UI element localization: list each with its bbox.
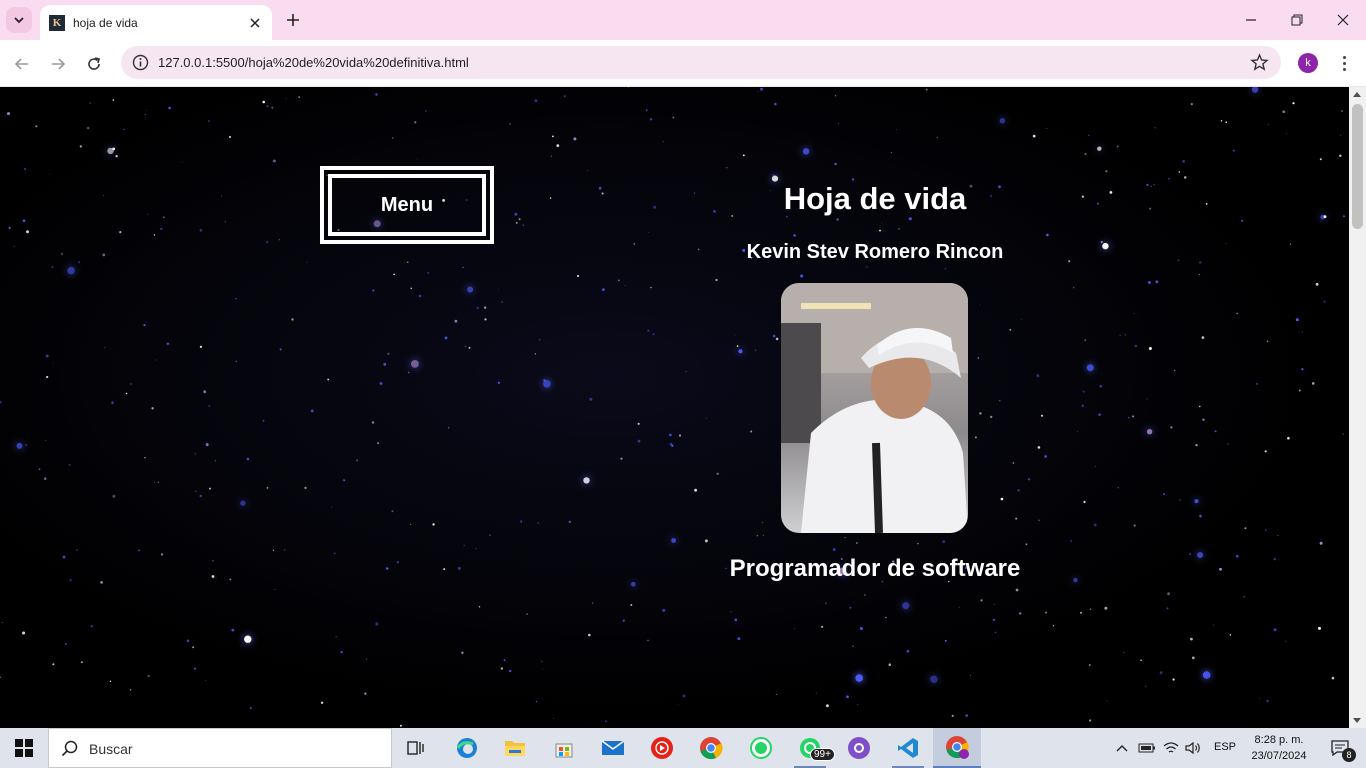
more-vertical-icon[interactable] — [1334, 53, 1354, 73]
close-icon — [1337, 14, 1349, 26]
task-view-icon — [407, 741, 424, 755]
new-tab-button[interactable] — [282, 9, 304, 31]
task-view-button[interactable] — [392, 728, 440, 768]
starfield-background — [0, 87, 1345, 727]
page-title: Hoja de vida — [783, 181, 967, 216]
speaker-icon — [1185, 741, 1200, 755]
clock-time: 8:28 p. m. — [1254, 734, 1304, 746]
chevron-up-icon — [1116, 745, 1128, 752]
edge-app[interactable] — [443, 728, 491, 768]
notifications-count: 8 — [1342, 748, 1356, 762]
store-icon — [555, 743, 573, 758]
youtube-music-app[interactable] — [638, 728, 686, 768]
start-button[interactable] — [0, 728, 48, 768]
mail-icon — [601, 740, 625, 755]
restore-icon — [1291, 14, 1303, 26]
forward-button[interactable] — [44, 50, 72, 78]
page-viewport: Menu Hoja de vida Kevin Stev Romero Rinc… — [0, 87, 1349, 728]
minimize-button[interactable] — [1228, 6, 1274, 34]
show-hidden-icons-button[interactable] — [1112, 728, 1132, 768]
tab-title: hoja de vida — [73, 15, 138, 30]
chrome-icon — [700, 737, 723, 760]
close-icon — [250, 17, 260, 28]
notifications-button[interactable]: 8 — [1320, 728, 1360, 768]
volume-button[interactable] — [1182, 728, 1204, 768]
person-name: Kevin Stev Romero Rincon — [746, 241, 1004, 263]
mail-app[interactable] — [589, 728, 637, 768]
windows-taskbar: Buscar 99+ ESP 8:28 p. m. 23/07/2024 8 — [0, 728, 1366, 768]
github-icon — [848, 737, 870, 759]
page-scrollbar[interactable] — [1349, 87, 1366, 728]
tab-search-button[interactable] — [6, 7, 32, 33]
windows-logo-icon — [15, 739, 33, 757]
taskbar-search-box[interactable]: Buscar — [48, 728, 392, 768]
chevron-down-icon — [14, 17, 24, 24]
arrow-left-icon — [14, 58, 28, 70]
profile-avatar[interactable]: k — [1298, 53, 1318, 73]
browser-toolbar: 127.0.0.1:5500/hoja%20de%20vida%20defini… — [0, 40, 1366, 87]
arrow-right-icon — [52, 58, 66, 70]
scroll-down-icon[interactable] — [1353, 718, 1361, 723]
job-title: Programador de software — [729, 555, 1021, 582]
scrollbar-thumb[interactable] — [1352, 104, 1363, 229]
whatsapp-app[interactable] — [737, 728, 785, 768]
notification-badge: 99+ — [810, 748, 835, 761]
chrome-profile-app[interactable] — [933, 728, 981, 768]
menu-button[interactable]: Menu — [320, 166, 494, 244]
profile-photo — [781, 283, 968, 533]
input-language[interactable]: ESP — [1214, 741, 1236, 753]
tab-close-button[interactable] — [246, 14, 264, 32]
edge-icon — [456, 738, 477, 758]
scroll-up-icon[interactable] — [1353, 92, 1361, 97]
reload-icon — [88, 57, 100, 70]
site-favicon-icon: K — [49, 14, 65, 31]
address-bar[interactable]: 127.0.0.1:5500/hoja%20de%20vida%20defini… — [121, 46, 1281, 79]
menu-label: Menu — [328, 174, 486, 236]
search-placeholder: Buscar — [89, 741, 133, 757]
minimize-icon — [1246, 19, 1256, 21]
window-close-button[interactable] — [1320, 6, 1366, 34]
browser-tab[interactable]: K hoja de vida — [40, 5, 272, 40]
network-button[interactable] — [1160, 728, 1182, 768]
wifi-icon — [1163, 742, 1179, 753]
url-text[interactable]: 127.0.0.1:5500/hoja%20de%20vida%20defini… — [158, 55, 469, 70]
microsoft-store-app[interactable] — [540, 728, 588, 768]
star-icon[interactable] — [1250, 53, 1269, 72]
vscode-app[interactable] — [884, 728, 932, 768]
github-desktop-app[interactable] — [835, 728, 883, 768]
reload-button[interactable] — [80, 50, 108, 78]
clock-date: 23/07/2024 — [1251, 750, 1307, 762]
battery-icon — [1138, 743, 1155, 753]
plus-icon — [287, 14, 299, 26]
whatsapp-business-app[interactable]: 99+ — [786, 728, 835, 768]
chrome-app[interactable] — [687, 728, 735, 768]
restore-button[interactable] — [1274, 6, 1320, 34]
tab-strip: K hoja de vida — [0, 0, 1366, 40]
back-button[interactable] — [8, 50, 36, 78]
taskbar-clock[interactable]: 8:28 p. m. 23/07/2024 — [1244, 732, 1314, 764]
whatsapp-icon — [750, 737, 772, 759]
vscode-icon — [898, 738, 918, 758]
info-icon[interactable] — [131, 53, 150, 72]
folder-icon — [505, 741, 525, 756]
battery-button[interactable] — [1136, 728, 1158, 768]
search-icon — [61, 740, 78, 757]
file-explorer-app[interactable] — [491, 728, 539, 768]
chrome-icon — [946, 736, 969, 759]
youtube-music-icon — [651, 737, 673, 759]
